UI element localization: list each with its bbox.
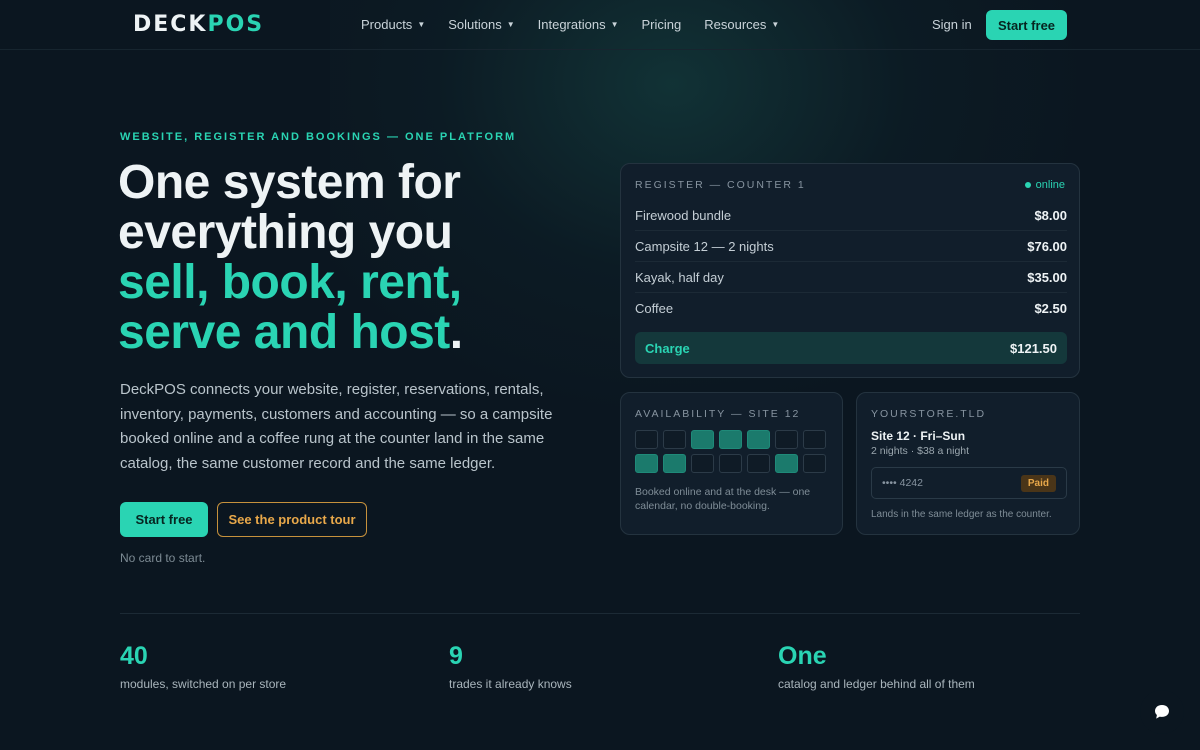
menu-resources[interactable]: Resources ▼ [704,17,779,32]
no-card-note: No card to start. [120,551,206,565]
availability-note: Booked online and at the desk — one cale… [635,486,811,512]
item-price: $2.50 [1034,301,1067,316]
item-price: $76.00 [1027,238,1067,254]
stat-caption: trades it already knows [449,677,572,691]
item-name: Coffee [635,301,674,316]
calendar-cell-free [803,454,826,473]
calendar-cell-booked [719,430,742,449]
charge-total: $121.50 [1010,340,1057,356]
stat-caption: modules, switched on per store [120,677,287,691]
nav-start-free-button[interactable]: Start free [986,10,1067,40]
stat-number: 9 [449,642,463,670]
list-item: Kayak, half day $35.00 [635,262,1067,293]
stat-modules: 40 modules, switched on per store [120,642,286,691]
logo[interactable]: DECK POS [133,12,264,37]
hero-start-free-button[interactable]: Start free [120,502,208,537]
calendar-cell-free [803,430,826,449]
item-price: $8.00 [1034,207,1067,223]
section-divider [120,613,1080,614]
list-item: Coffee $2.50 [635,293,1067,324]
headline-line-1: One system for [118,156,461,209]
item-name: Firewood bundle [635,207,732,223]
menu-integrations[interactable]: Integrations ▼ [538,17,619,32]
calendar-cell-booked [635,454,658,473]
logo-text-deck: DECK [133,12,208,37]
headline-line-2: everything you [118,206,453,259]
chat-button[interactable] [1140,690,1184,734]
online-store-card: YOURSTORE.TLD Site 12 · Fri–Sun 2 nights… [856,392,1080,535]
stat-number: 40 [120,642,148,670]
booking-title: Site 12 · Fri–Sun [871,429,966,443]
product-tour-button[interactable]: See the product tour [217,502,367,537]
register-label: REGISTER — COUNTER 1 [635,179,806,191]
stat-caption: catalog and ledger behind all of them [778,677,975,691]
register-card: REGISTER — COUNTER 1 online Firewood bun… [620,163,1080,378]
item-name: Kayak, half day [635,269,724,285]
headline-period: . [449,306,463,359]
menu-solutions-label: Solutions [448,17,502,32]
stat-trades: 9 trades it already knows [449,642,572,691]
chevron-down-icon: ▼ [771,20,780,29]
chevron-down-icon: ▼ [610,20,619,29]
calendar-cell-booked [663,454,686,473]
paid-badge: Paid [1020,474,1056,492]
stat-catalog: One catalog and ledger behind all of the… [778,642,975,691]
calendar-cell-free [719,454,742,473]
availability-label: AVAILABILITY — SITE 12 [635,408,801,420]
menu-products-label: Products [361,17,413,32]
booking-details: 2 nights · $38 a night [871,445,970,457]
main-menu: Products ▼ Solutions ▼ Integrations ▼ Prici… [361,17,802,32]
calendar-cell-free [747,454,770,473]
calendar-cell-booked [747,430,770,449]
calendar-cell-booked [691,430,714,449]
chat-bubble-icon [1155,705,1169,719]
item-price: $35.00 [1027,269,1067,285]
menu-resources-label: Resources [704,17,767,32]
calendar-cell-free [635,430,658,449]
store-label: YOURSTORE.TLD [871,408,987,420]
register-items: Firewood bundle $8.00 Campsite 12 — 2 nig… [635,200,1067,324]
hero-eyebrow: WEBSITE, REGISTER AND BOOKINGS — ONE PLA… [120,131,517,143]
chevron-down-icon: ▼ [506,20,515,29]
hero-headline: One system for everything you sell, book… [118,158,588,358]
menu-pricing[interactable]: Pricing [642,17,682,32]
calendar-cell-free [775,430,798,449]
calendar-cell-booked [775,454,798,473]
hero-description: DeckPOS connects your website, register,… [120,381,553,472]
headline-line-4: serve and host. [118,308,588,358]
status-dot-icon [1024,182,1031,188]
stat-number: One [778,642,827,670]
menu-products[interactable]: Products ▼ [361,17,425,32]
headline-line-4-text: serve and host [118,306,450,359]
menu-pricing-label: Pricing [641,17,682,32]
calendar-cell-free [691,454,714,473]
sign-in-link[interactable]: Sign in [932,17,972,32]
menu-solutions[interactable]: Solutions ▼ [448,17,514,32]
logo-text-pos: POS [207,12,265,37]
item-name: Campsite 12 — 2 nights [635,238,774,254]
status-badge: online [1024,179,1065,191]
chevron-down-icon: ▼ [417,20,426,29]
payment-field: •••• 4242 Paid [871,467,1067,499]
availability-calendar [635,430,826,473]
store-note: Lands in the same ledger as the counter. [871,509,1052,520]
availability-card: AVAILABILITY — SITE 12 Booked online and… [620,392,843,535]
card-number: •••• 4242 [882,477,923,489]
headline-line-3: sell, book, rent, [118,256,462,309]
charge-button[interactable]: Charge $121.50 [635,332,1067,364]
list-item: Campsite 12 — 2 nights $76.00 [635,231,1067,262]
calendar-cell-free [663,430,686,449]
list-item: Firewood bundle $8.00 [635,200,1067,231]
status-text: online [1035,179,1065,191]
charge-label: Charge [645,340,690,356]
top-navigation: DECK POS Products ▼ Solutions ▼ Integration… [0,0,1200,50]
menu-integrations-label: Integrations [537,17,606,32]
